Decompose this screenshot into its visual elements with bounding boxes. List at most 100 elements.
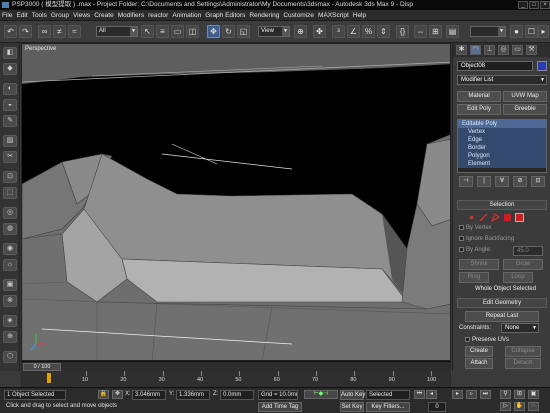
next-frame-icon[interactable]: ▹ (466, 390, 477, 399)
menu-customize[interactable]: Customize (281, 10, 316, 20)
tool-icon-11[interactable]: ◍ (3, 223, 17, 235)
modifier-stack[interactable]: Editable Poly Vertex Edge Border Polygon… (457, 119, 547, 173)
zoom-all-icon[interactable]: ⊞ (514, 390, 525, 399)
selection-filter-dropdown[interactable]: All ▼ (96, 26, 138, 37)
lock-selection-icon[interactable]: 🔒 (98, 390, 109, 399)
unlink-icon[interactable]: ≠ (53, 25, 66, 38)
zoom-icon[interactable]: ⚲ (500, 390, 511, 399)
angle-snap-icon[interactable]: ∠ (347, 25, 360, 38)
tool-icon-10[interactable]: ◎ (3, 207, 17, 219)
menu-reactor[interactable]: reactor (146, 10, 170, 20)
grow-button[interactable]: Grow (503, 259, 543, 270)
time-slider[interactable]: 0 / 100 (23, 363, 61, 371)
by-angle-spinner[interactable]: 45.0 (513, 246, 543, 256)
by-angle-checkbox[interactable] (459, 247, 464, 252)
link-icon[interactable]: ∞ (38, 25, 51, 38)
render-scene-icon[interactable]: ☐ (525, 25, 538, 38)
x-coordinate-field[interactable]: 3.046mm (132, 390, 166, 400)
percent-snap-icon[interactable]: % (362, 25, 375, 38)
pin-stack-icon[interactable]: ⊣ (459, 176, 473, 187)
select-and-scale-icon[interactable]: ◱ (237, 25, 250, 38)
preserve-uvs-checkbox[interactable] (465, 337, 470, 342)
create-button[interactable]: Create (465, 346, 493, 357)
greeble-button[interactable]: Greeble (503, 104, 547, 115)
auto-key-selection-dropdown[interactable]: Selected (366, 390, 410, 400)
key-marker[interactable] (47, 373, 51, 383)
snap-toggle-icon[interactable]: ³ (332, 25, 345, 38)
repeat-last-button[interactable]: Repeat Last (465, 311, 539, 322)
stack-item-vertex[interactable]: Vertex (458, 128, 546, 136)
reference-coordinate-dropdown[interactable]: View ▼ (258, 26, 290, 37)
perspective-viewport[interactable]: Perspective (21, 43, 451, 361)
tool-icon-6[interactable]: ▨ (3, 135, 17, 147)
make-unique-icon[interactable]: ∀ (495, 176, 509, 187)
collapse-button[interactable]: Collapse (505, 346, 541, 357)
align-icon[interactable]: ⊞ (429, 25, 442, 38)
add-time-tag-button[interactable]: Add Time Tag (258, 402, 302, 412)
object-name-field[interactable]: Object08 (457, 61, 533, 71)
loop-button[interactable]: Loop (503, 272, 533, 283)
menu-file[interactable]: File (0, 10, 14, 20)
select-and-move-icon[interactable]: ✥ (207, 25, 220, 38)
by-vertex-checkbox[interactable] (459, 225, 464, 230)
edge-mode-icon[interactable] (479, 213, 488, 222)
absolute-mode-icon[interactable]: ✥ (112, 390, 123, 399)
hierarchy-tab-icon[interactable]: ⊥ (484, 45, 495, 55)
tool-icon-1[interactable]: ◧ (3, 47, 17, 59)
pan-icon[interactable]: ✋ (514, 402, 525, 411)
tool-icon-9[interactable]: ⬚ (3, 187, 17, 199)
menu-tools[interactable]: Tools (30, 10, 49, 20)
window-crossing-icon[interactable]: ◫ (186, 25, 199, 38)
viewport-label[interactable]: Perspective (25, 46, 56, 52)
z-coordinate-field[interactable]: 0.0mm (220, 390, 254, 400)
rectangular-selection-icon[interactable]: ▭ (171, 25, 184, 38)
stack-item-border[interactable]: Border (458, 144, 546, 152)
modifier-list-dropdown[interactable]: Modifier List ▼ (457, 75, 547, 85)
y-coordinate-field[interactable]: 1.336mm (176, 390, 210, 400)
stack-item-element[interactable]: Element (458, 160, 546, 168)
minimize-button[interactable]: _ (518, 1, 528, 9)
redo-icon[interactable]: ↷ (19, 25, 32, 38)
modify-tab-icon[interactable]: ◠ (470, 45, 481, 55)
quick-render-icon[interactable]: ▸ (538, 25, 549, 38)
select-object-icon[interactable]: ↖ (141, 25, 154, 38)
border-mode-icon[interactable] (491, 213, 500, 222)
track-bar[interactable]: 10 20 30 40 50 60 70 80 90 100 (21, 371, 451, 387)
tool-icon-3[interactable]: ◐ (3, 83, 17, 95)
motion-tab-icon[interactable]: ◎ (498, 45, 509, 55)
field-of-view-icon[interactable]: ▷ (500, 402, 511, 411)
time-slider-bar[interactable]: 0 / 100 (21, 361, 451, 371)
tool-icon-15[interactable]: ⊗ (3, 295, 17, 307)
menu-animation[interactable]: Animation (170, 10, 203, 20)
ignore-backfacing-checkbox[interactable] (459, 236, 464, 241)
menu-views[interactable]: Views (71, 10, 92, 20)
go-to-end-icon[interactable]: ⏭ (480, 390, 491, 399)
set-key-button[interactable]: Set Key (340, 402, 364, 412)
tool-icon-2[interactable]: ◆ (3, 63, 17, 75)
tool-icon-17[interactable]: ⊕ (3, 331, 17, 343)
menu-rendering[interactable]: Rendering (247, 10, 281, 20)
auto-key-button[interactable]: Auto Key (340, 390, 365, 400)
close-button[interactable]: × (540, 1, 550, 9)
material-button[interactable]: Material (457, 91, 501, 102)
previous-frame-icon[interactable]: ◂ (426, 390, 437, 399)
shrink-button[interactable]: Shrink (459, 259, 499, 270)
mirror-icon[interactable]: ⇔ (414, 25, 427, 38)
bind-space-warp-icon[interactable]: ≈ (68, 25, 81, 38)
element-mode-icon[interactable] (515, 213, 524, 222)
pivot-center-icon[interactable]: ⊕ (294, 25, 307, 38)
attach-button[interactable]: Attach (465, 358, 493, 369)
polygon-mode-icon[interactable] (503, 213, 512, 222)
spinner-snap-icon[interactable]: ⇕ (377, 25, 390, 38)
selection-rollout-header[interactable]: Selection (457, 200, 547, 210)
zoom-extents-icon[interactable]: ▣ (528, 390, 539, 399)
material-editor-icon[interactable]: ● (510, 25, 523, 38)
ignore-backfacing-option[interactable]: Ignore Backfacing (459, 236, 514, 242)
utilities-tab-icon[interactable]: ⚒ (526, 45, 537, 55)
menu-modifiers[interactable]: Modifiers (116, 10, 146, 20)
tool-icon-8[interactable]: ⊡ (3, 171, 17, 183)
menu-create[interactable]: Create (92, 10, 116, 20)
edit-geometry-rollout-header[interactable]: Edit Geometry (457, 298, 547, 308)
detach-button[interactable]: Detach (505, 358, 541, 369)
tool-icon-16[interactable]: ◈ (3, 315, 17, 327)
